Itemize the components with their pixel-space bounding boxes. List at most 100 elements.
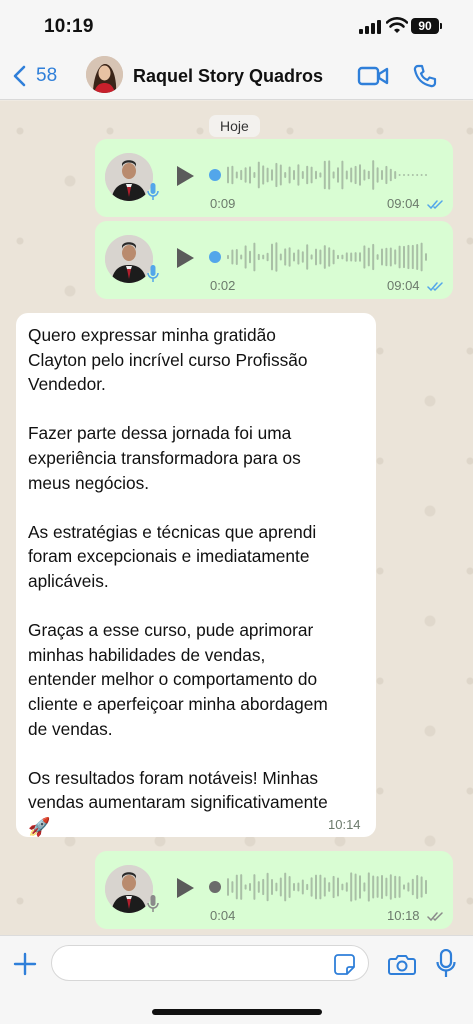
waveform-bar: [398, 876, 401, 898]
waveform-bar: [319, 172, 322, 178]
video-call-icon[interactable]: [357, 64, 389, 88]
text-message[interactable]: Quero expressar minha gratidão Clayton p…: [16, 313, 376, 837]
waveform-bar: [341, 160, 344, 190]
phone-call-icon[interactable]: [412, 63, 438, 89]
waveform-bar: [257, 253, 260, 261]
waveform-bar: [411, 174, 414, 176]
waveform-bar: [293, 252, 295, 262]
waveform-bar: [328, 247, 331, 267]
waveform-bar: [244, 245, 247, 269]
waveform[interactable]: [209, 869, 439, 905]
waveform-bar: [271, 169, 273, 181]
waveform-bar: [425, 253, 427, 261]
waveform-bar: [359, 875, 361, 899]
voice-message[interactable]: 0:09 09:04: [95, 139, 453, 217]
date-separator: Hoje: [209, 115, 260, 137]
plus-icon[interactable]: [13, 952, 37, 976]
status-bar: 10:19 90: [0, 0, 473, 52]
waveform-bar: [420, 876, 423, 898]
message-time: 10:14: [328, 817, 361, 832]
waveform-bar: [271, 243, 273, 271]
waveform-bar: [416, 243, 419, 271]
waveform-bar: [354, 252, 357, 262]
waveform-bar: [411, 244, 414, 270]
waveform-bar: [394, 875, 397, 899]
message-list[interactable]: Hoje 0:09 09:04 0:02 09:04 Quero express…: [0, 101, 473, 935]
waveform-bar: [240, 169, 243, 181]
waveform-bar: [301, 170, 304, 180]
waveform-bar: [310, 166, 313, 184]
waveform-bar: [345, 252, 348, 262]
message-input[interactable]: [51, 945, 369, 981]
message-time: 10:18: [387, 908, 420, 923]
home-indicator: [152, 1009, 322, 1015]
waveform-bar: [337, 167, 339, 183]
waveform-bar: [403, 245, 405, 269]
waveform-bar: [235, 171, 238, 179]
play-icon[interactable]: [175, 165, 195, 187]
waveform-bar: [319, 874, 322, 900]
contact-name[interactable]: Raquel Story Quadros: [133, 66, 323, 87]
waveform-bar: [363, 882, 366, 892]
waveform-bar: [231, 165, 234, 185]
contact-avatar[interactable]: [86, 56, 123, 93]
waveform-bar: [288, 875, 291, 899]
waveform-bar: [381, 169, 383, 181]
waveform-bar: [345, 882, 348, 892]
waveform-bar: [332, 875, 335, 899]
waveform-bar: [279, 877, 282, 897]
play-icon[interactable]: [175, 877, 195, 899]
waveform-bar: [315, 170, 317, 180]
cellular-signal-icon: [359, 20, 381, 34]
back-button[interactable]: 58: [10, 62, 57, 90]
waveform-bar: [385, 877, 388, 897]
waveform-bar: [262, 254, 265, 260]
waveform-bar: [354, 165, 357, 185]
waveform-bar: [372, 160, 375, 190]
waveform-bar: [288, 247, 291, 267]
waveform[interactable]: [209, 239, 439, 275]
waveform-bar: [420, 174, 423, 176]
waveform-bar: [416, 174, 419, 176]
play-icon[interactable]: [175, 247, 195, 269]
message-text[interactable]: Quero expressar minha gratidão Clayton p…: [28, 323, 373, 839]
waveform-bar: [297, 882, 300, 892]
waveform-bar: [403, 884, 405, 890]
voice-duration: 0:02: [210, 278, 236, 293]
camera-icon[interactable]: [388, 952, 416, 976]
waveform-bar: [310, 877, 313, 897]
waveform-bar: [394, 249, 397, 265]
waveform-bar: [407, 882, 410, 892]
voice-message[interactable]: 0:04 10:18: [95, 851, 453, 929]
waveform-bar: [367, 872, 370, 902]
waveform-bar: [398, 174, 401, 176]
playback-position-dot: [209, 881, 221, 893]
waveform-bar: [257, 881, 260, 893]
waveform-bar: [315, 874, 317, 900]
waveform-bar: [407, 244, 410, 270]
waveform-bar: [293, 169, 295, 181]
waveform-bar: [249, 166, 251, 184]
waveform-bar: [297, 164, 300, 186]
waveform-bar: [253, 242, 256, 272]
waveform-bar: [367, 247, 370, 267]
waveform-bar: [301, 879, 304, 895]
waveform-bar: [271, 879, 273, 895]
waveform-bar: [337, 877, 339, 897]
waveform-bar: [284, 248, 287, 266]
waveform-bar: [235, 249, 238, 265]
waveform[interactable]: [209, 157, 439, 193]
microphone-icon[interactable]: [436, 949, 456, 979]
sender-avatar: [105, 235, 153, 283]
waveform-bar: [328, 160, 331, 190]
chat-header: 58 Raquel Story Quadros: [0, 52, 473, 100]
voice-message[interactable]: 0:02 09:04: [95, 221, 453, 299]
playback-position-dot: [209, 251, 221, 263]
waveform-bar: [306, 165, 309, 185]
status-time: 10:19: [44, 16, 94, 37]
sticker-icon[interactable]: [334, 954, 355, 975]
rocket-emoji: 🚀: [28, 816, 51, 837]
unread-count: 58: [36, 65, 58, 86]
waveform-bar: [266, 252, 269, 262]
waveform-bar: [301, 251, 304, 263]
